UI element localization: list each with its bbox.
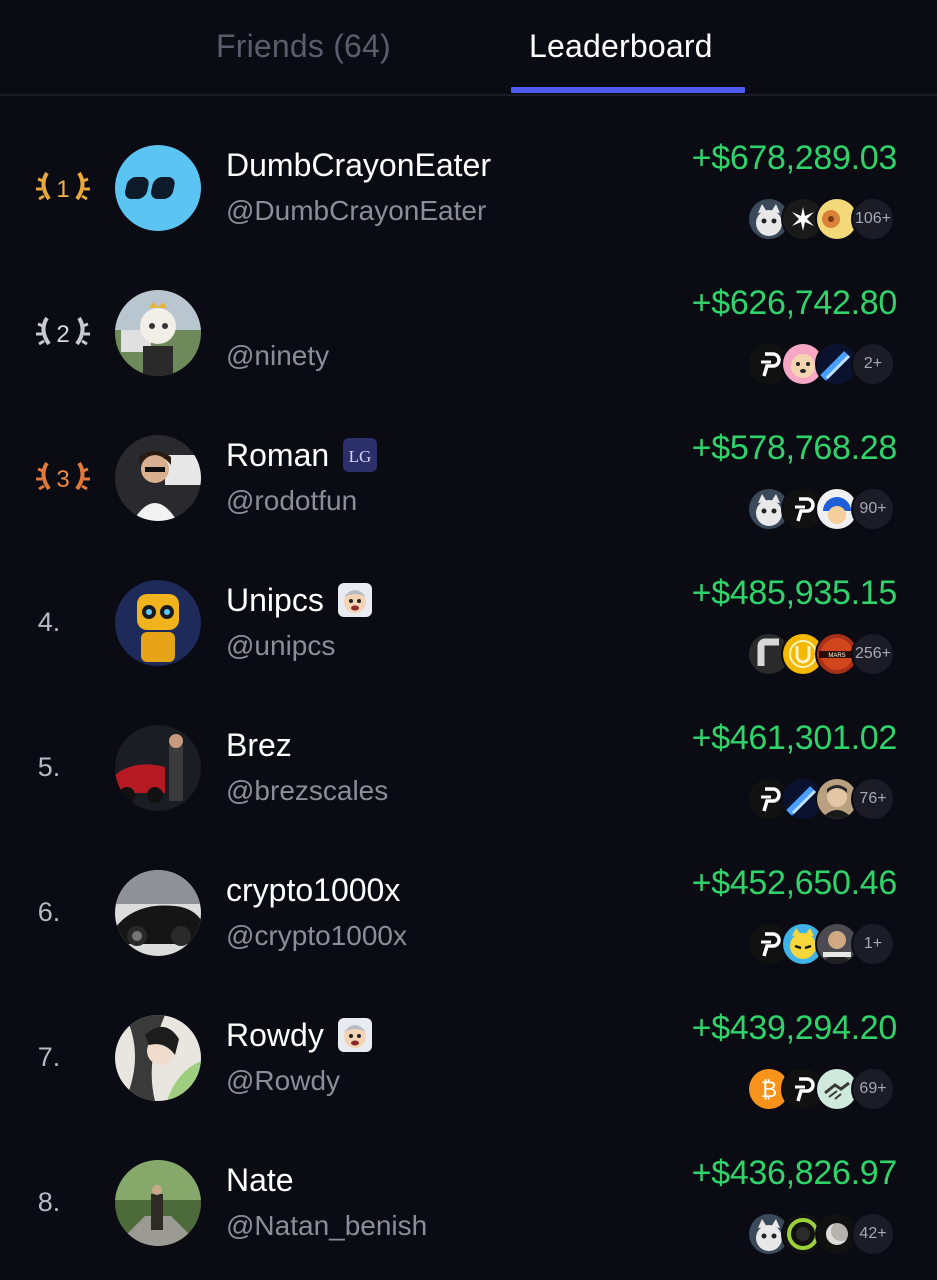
svg-text:LG: LG	[349, 447, 372, 466]
leaderboard-row-3[interactable]: 3 Roman LG @rodotfun +$578,768.28 90+	[0, 405, 937, 550]
token-holdings[interactable]: 42+	[747, 1212, 895, 1256]
pnl-value: +$439,294.20	[691, 1009, 898, 1047]
rank-number: 7.	[37, 1041, 61, 1072]
pnl-value: +$436,826.97	[691, 1154, 898, 1192]
pnl-value: +$626,742.80	[691, 284, 898, 322]
leaderboard-row-1[interactable]: 1 DumbCrayonEater @DumbCrayonEater +$678…	[0, 115, 937, 260]
user-handle: @Natan_benish	[226, 1210, 428, 1241]
avatar[interactable]	[115, 725, 201, 811]
token-holdings[interactable]: 106+	[747, 197, 895, 241]
svg-text:MARS: MARS	[828, 653, 845, 659]
leaderboard-row-4[interactable]: 4. Unipcs @unipcs +$485,935.15 MARS 256+	[0, 550, 937, 695]
svg-text:2: 2	[56, 321, 69, 348]
user-name[interactable]: Rowdy	[226, 1017, 324, 1054]
user-name[interactable]: DumbCrayonEater	[226, 147, 491, 184]
user-name[interactable]: crypto1000x	[226, 872, 400, 909]
user-name[interactable]: Nate	[226, 1162, 294, 1199]
leaderboard-row-7[interactable]: 7. Rowdy @Rowdy +$439,294.20 ₿ 69+	[0, 985, 937, 1130]
tab-leaderboard[interactable]: Leaderboard	[529, 28, 713, 65]
pnl-value: +$452,650.46	[691, 864, 898, 902]
rank-silver-laurel-icon: 2	[30, 304, 96, 360]
avatar[interactable]	[115, 290, 201, 376]
rank-bronze-laurel-icon: 3	[30, 449, 96, 505]
svg-text:1: 1	[56, 176, 69, 203]
more-tokens-count[interactable]: 256+	[851, 632, 895, 676]
avatar[interactable]	[115, 145, 201, 231]
pnl-value: +$461,301.02	[691, 719, 898, 757]
leaderboard-row-2[interactable]: 2 @ninety +$626,742.80 2+	[0, 260, 937, 405]
tab-bar: Friends (64) Leaderboard	[0, 0, 937, 96]
user-handle: @unipcs	[226, 630, 336, 661]
active-tab-indicator	[511, 87, 745, 93]
leaderboard-row-8[interactable]: 8. Nate @Natan_benish +$436,826.97 42+	[0, 1130, 937, 1275]
anime-badge-icon	[337, 1018, 372, 1052]
rank-number: 4.	[37, 606, 61, 637]
more-tokens-count[interactable]: 1+	[851, 922, 895, 966]
user-handle: @crypto1000x	[226, 920, 407, 951]
pnl-value: +$678,289.03	[691, 139, 898, 177]
token-holdings[interactable]: 2+	[747, 342, 895, 386]
user-handle: @DumbCrayonEater	[226, 195, 487, 226]
svg-text:3: 3	[56, 466, 69, 493]
svg-text:₿: ₿	[761, 1078, 777, 1103]
user-name[interactable]: Unipcs	[226, 582, 324, 619]
avatar[interactable]	[115, 435, 201, 521]
rank-number: 6.	[37, 896, 61, 927]
user-handle: @brezscales	[226, 775, 389, 806]
avatar[interactable]	[115, 1160, 201, 1246]
avatar[interactable]	[115, 1015, 201, 1101]
more-tokens-count[interactable]: 76+	[851, 777, 895, 821]
more-tokens-count[interactable]: 42+	[851, 1212, 895, 1256]
rank-number: 5.	[37, 751, 61, 782]
user-name[interactable]: Roman	[226, 437, 329, 474]
pnl-value: +$485,935.15	[691, 574, 898, 612]
lg-badge-icon: LG	[343, 438, 378, 472]
avatar[interactable]	[115, 580, 201, 666]
anime-badge-icon	[337, 583, 372, 617]
rank-gold-laurel-icon: 1	[30, 159, 96, 215]
user-handle: @ninety	[226, 340, 330, 371]
more-tokens-count[interactable]: 69+	[851, 1067, 895, 1111]
user-handle: @Rowdy	[226, 1065, 341, 1096]
more-tokens-count[interactable]: 2+	[851, 342, 895, 386]
token-holdings[interactable]: 76+	[747, 777, 895, 821]
user-name[interactable]: Brez	[226, 727, 292, 764]
token-holdings[interactable]: ₿ 69+	[747, 1067, 895, 1111]
more-tokens-count[interactable]: 106+	[851, 197, 895, 241]
token-holdings[interactable]: 90+	[747, 487, 895, 531]
avatar[interactable]	[115, 870, 201, 956]
pnl-value: +$578,768.28	[691, 429, 898, 467]
token-holdings[interactable]: 1+	[747, 922, 895, 966]
user-handle: @rodotfun	[226, 485, 358, 516]
leaderboard-row-6[interactable]: 6. crypto1000x @crypto1000x +$452,650.46…	[0, 840, 937, 985]
more-tokens-count[interactable]: 90+	[851, 487, 895, 531]
tab-friends[interactable]: Friends (64)	[216, 28, 391, 65]
rank-number: 8.	[37, 1186, 61, 1217]
leaderboard-row-5[interactable]: 5. Brez @brezscales +$461,301.02 76+	[0, 695, 937, 840]
token-holdings[interactable]: MARS 256+	[747, 632, 895, 676]
